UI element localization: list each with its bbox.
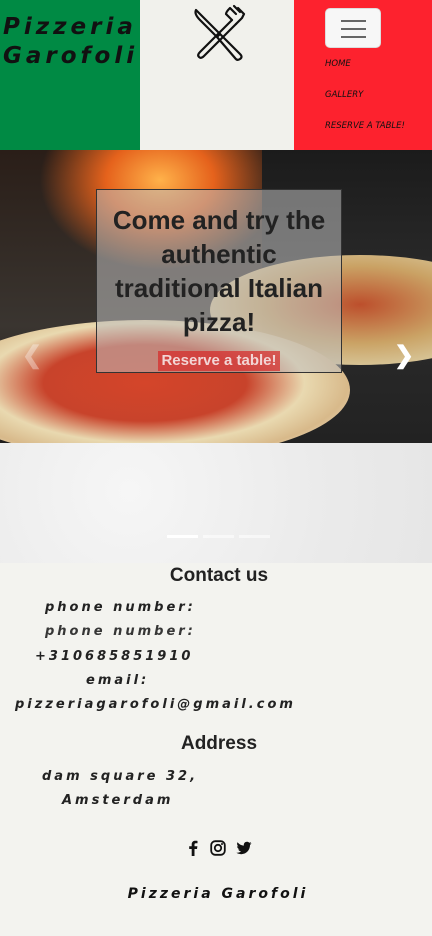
nav-item-reserve[interactable]: RESERVE A TABLE! bbox=[325, 121, 405, 152]
address-title: Address bbox=[180, 733, 258, 754]
instagram-icon bbox=[210, 840, 226, 856]
caption-title: Come and try the authentic traditional I… bbox=[112, 205, 326, 337]
chevron-right-icon: ❯ bbox=[394, 342, 415, 369]
carousel-prev-button[interactable]: ❮ bbox=[22, 344, 42, 368]
site-header: Pizzeria Garofoli HOME GALLERY RESERVE A… bbox=[0, 0, 432, 150]
twitter-link[interactable] bbox=[236, 840, 252, 856]
email-label: email: bbox=[86, 673, 150, 688]
footer-brand: Pizzeria Garofoli bbox=[127, 886, 309, 902]
reserve-table-button[interactable]: Reserve a table! bbox=[158, 351, 280, 371]
main-nav: HOME GALLERY RESERVE A TABLE! bbox=[325, 59, 405, 152]
phone-label: phone number: bbox=[45, 600, 196, 615]
phone-label-repeat: phone number: bbox=[45, 624, 196, 639]
brand-logo-text[interactable]: Pizzeria Garofoli bbox=[3, 13, 138, 71]
facebook-link[interactable] bbox=[186, 840, 200, 856]
phone-value[interactable]: +310685851910 bbox=[35, 645, 432, 669]
contact-title: Contact us bbox=[169, 565, 269, 586]
carousel-caption: Come and try the authentic traditional I… bbox=[96, 189, 342, 373]
flag-white-panel bbox=[140, 0, 294, 150]
carousel-indicator-2[interactable] bbox=[203, 535, 234, 538]
hamburger-icon bbox=[341, 20, 366, 22]
brand-line-2: Garofoli bbox=[3, 43, 139, 69]
hero-carousel: Come and try the authentic traditional I… bbox=[0, 150, 432, 563]
carousel-indicator-1[interactable] bbox=[167, 535, 198, 538]
flag-green-panel: Pizzeria Garofoli bbox=[0, 0, 140, 150]
instagram-link[interactable] bbox=[210, 840, 226, 856]
crossed-knife-fork-icon bbox=[194, 4, 246, 61]
white-wall-texture bbox=[0, 443, 432, 563]
flag-red-panel: HOME GALLERY RESERVE A TABLE! bbox=[294, 0, 432, 150]
nav-item-gallery[interactable]: GALLERY bbox=[325, 90, 405, 121]
address-line-1: dam square 32, bbox=[42, 769, 199, 784]
twitter-icon bbox=[236, 841, 252, 855]
menu-toggle-button[interactable] bbox=[325, 8, 381, 48]
hamburger-icon-bar bbox=[341, 36, 366, 38]
chevron-left-icon: ❮ bbox=[22, 342, 43, 369]
social-links bbox=[186, 840, 252, 856]
nav-item-home[interactable]: HOME bbox=[325, 59, 405, 90]
address-line-2: Amsterdam bbox=[62, 793, 174, 808]
email-value[interactable]: pizzeriagarofoli@gmail.com bbox=[15, 693, 432, 717]
carousel-next-button[interactable]: ❯ bbox=[394, 344, 414, 368]
facebook-icon bbox=[189, 840, 198, 856]
carousel-indicator-3[interactable] bbox=[239, 535, 270, 538]
brand-line-1: Pizzeria bbox=[3, 14, 137, 40]
hamburger-icon-bar bbox=[341, 28, 366, 30]
carousel-indicators bbox=[167, 535, 271, 538]
